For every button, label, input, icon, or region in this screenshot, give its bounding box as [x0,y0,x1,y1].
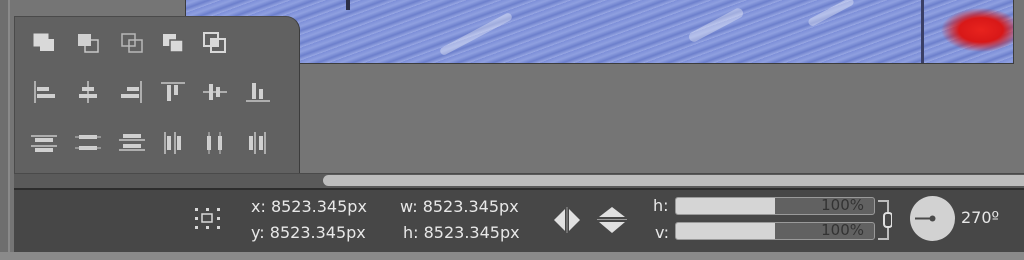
horizontal-scrollbar-thumb[interactable] [323,175,1024,186]
bring-to-front-icon[interactable] [27,29,61,57]
scale-v-label: v: [655,223,669,242]
bring-forward-icon[interactable] [71,29,105,57]
align-left-icon[interactable] [27,78,61,106]
scale-h-value: 100% [821,197,864,214]
painting-detail [807,0,855,28]
rotation-value: 270º [961,208,1000,227]
scale-v-slider[interactable]: 100% [675,222,875,240]
painting-detail [438,11,514,57]
painting-detail [346,0,350,10]
flip-horizontal-icon[interactable] [553,205,583,239]
intersect-icon[interactable] [115,29,149,57]
align-right-icon[interactable] [115,78,149,106]
align-top-icon[interactable] [156,78,190,106]
canvas-image[interactable] [185,0,1014,64]
scale-v-value: 100% [821,222,864,239]
flip-vertical-icon[interactable] [596,205,628,239]
scale-h-fill [676,198,775,214]
arrange-align-palette [14,16,300,174]
scale-h-slider[interactable]: 100% [675,197,875,215]
distribute-left-icon[interactable] [156,129,190,157]
scale-h-label: h: [653,196,669,215]
y-position-readout: y: 8523.345px [251,223,366,242]
distribute-center-vertical-icon[interactable] [71,129,105,157]
window-frame-bottom [0,252,1024,260]
painting-detail [921,0,924,63]
height-readout: h: 8523.345px [403,223,520,242]
align-bottom-icon[interactable] [241,78,275,106]
distribute-top-icon[interactable] [27,129,61,157]
window-frame-left [0,0,10,260]
align-center-vertical-icon[interactable] [198,78,232,106]
link-proportions-icon[interactable] [876,199,893,245]
send-backward-icon[interactable] [156,29,190,57]
reference-point-icon[interactable] [193,206,223,236]
send-to-back-icon[interactable] [198,29,232,57]
distribute-right-icon[interactable] [241,129,275,157]
width-readout: w: 8523.345px [400,197,519,216]
distribute-bottom-icon[interactable] [115,129,149,157]
align-center-horizontal-icon[interactable] [71,78,105,106]
scale-v-fill [676,223,775,239]
painting-detail [687,6,745,44]
rotation-dial[interactable] [910,196,955,241]
x-position-readout: x: 8523.345px [251,197,367,216]
rotation-dial-indicator [915,215,936,222]
distribute-center-horizontal-icon[interactable] [198,129,232,157]
